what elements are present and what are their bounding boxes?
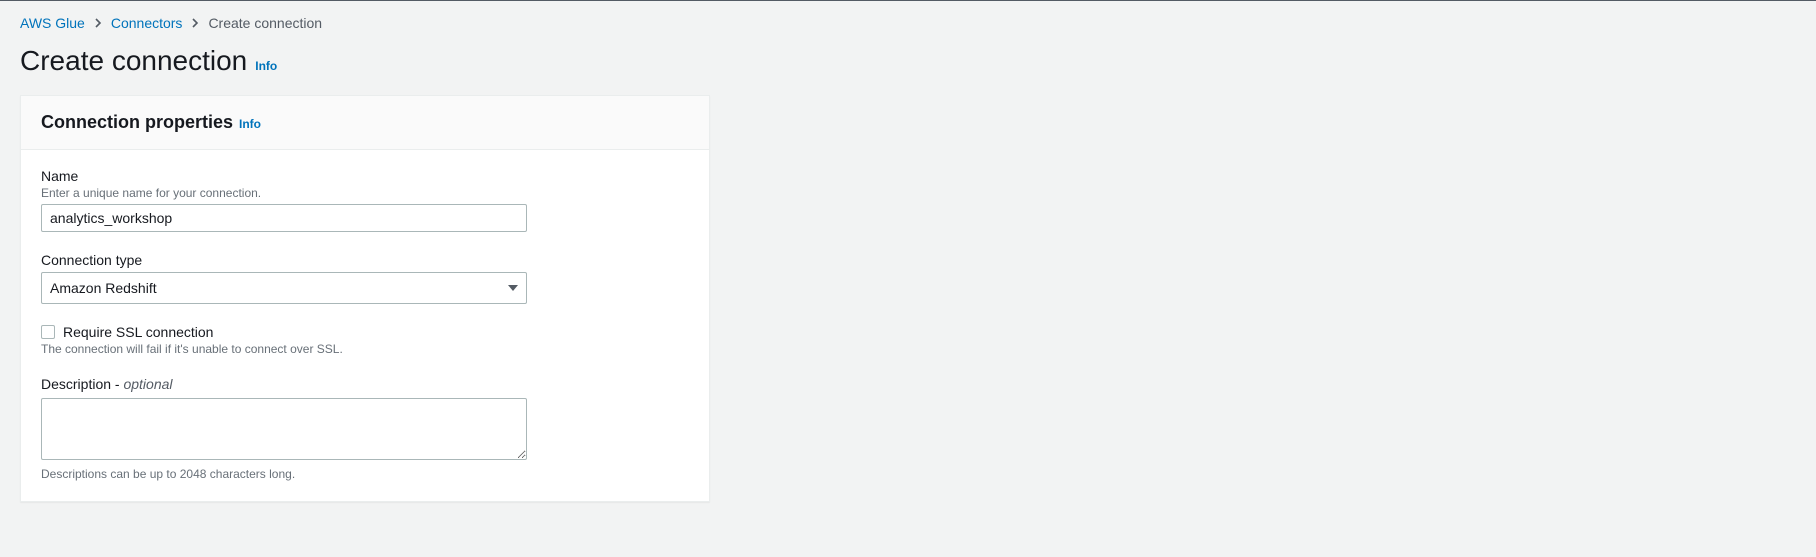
require-ssl-hint: The connection will fail if it's unable … bbox=[41, 342, 689, 356]
breadcrumb: AWS Glue Connectors Create connection bbox=[20, 15, 1796, 31]
breadcrumb-link-connectors[interactable]: Connectors bbox=[111, 15, 183, 31]
breadcrumb-current: Create connection bbox=[208, 15, 322, 31]
connection-type-select[interactable]: Amazon Redshift bbox=[41, 272, 527, 304]
page-title: Create connection bbox=[20, 45, 247, 77]
connection-type-label: Connection type bbox=[41, 252, 689, 268]
description-textarea[interactable] bbox=[41, 398, 527, 460]
panel-title: Connection properties bbox=[41, 112, 233, 133]
chevron-right-icon bbox=[190, 18, 200, 28]
require-ssl-label: Require SSL connection bbox=[63, 324, 213, 340]
require-ssl-checkbox[interactable] bbox=[41, 325, 55, 339]
description-label: Description - optional bbox=[41, 376, 689, 392]
breadcrumb-link-aws-glue[interactable]: AWS Glue bbox=[20, 15, 85, 31]
name-input[interactable] bbox=[41, 204, 527, 232]
caret-down-icon bbox=[508, 285, 518, 291]
description-hint: Descriptions can be up to 2048 character… bbox=[41, 467, 689, 481]
connection-type-value: Amazon Redshift bbox=[50, 280, 157, 296]
name-hint: Enter a unique name for your connection. bbox=[41, 186, 689, 200]
chevron-right-icon bbox=[93, 18, 103, 28]
page-info-link[interactable]: Info bbox=[255, 59, 277, 73]
name-label: Name bbox=[41, 168, 689, 184]
panel-info-link[interactable]: Info bbox=[239, 117, 261, 131]
connection-properties-panel: Connection properties Info Name Enter a … bbox=[20, 95, 710, 502]
